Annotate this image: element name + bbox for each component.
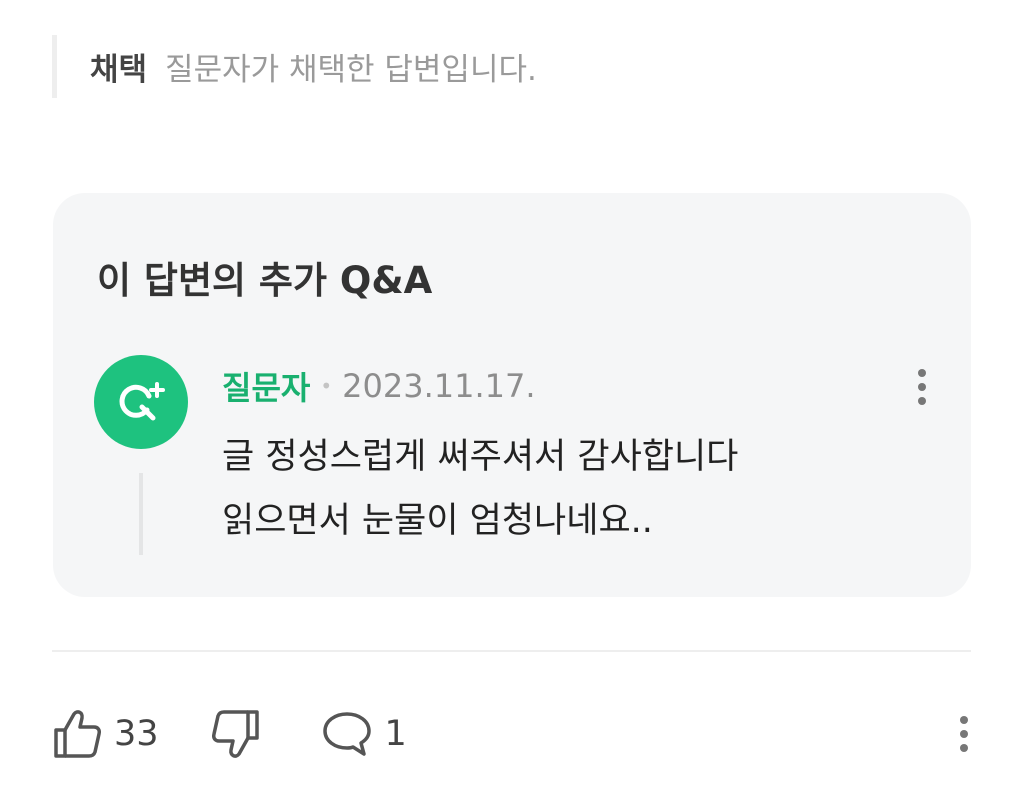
like-count: 33 [114,714,159,754]
thumbs-down-icon [211,710,259,758]
dislike-button[interactable] [211,708,261,760]
qa-title: 이 답변의 추가 Q&A [97,259,433,302]
comment-line: 글 정성스럽게 써주셔서 감사합니다 [222,437,739,477]
accepted-notice: 채택 질문자가 채택한 답변입니다. [52,35,537,98]
accepted-description: 질문자가 채택한 답변입니다. [165,52,537,88]
comment-button[interactable]: 1 [321,708,407,760]
speech-bubble-icon [322,712,371,756]
answer-more-icon[interactable] [944,709,984,759]
comment-date: 2023.11.17. [342,367,536,405]
questioner-avatar[interactable] [94,355,188,449]
thumbs-up-icon [54,710,101,758]
reaction-bar: 33 1 [52,704,407,764]
comment-author[interactable]: 질문자 [222,363,310,409]
divider [52,650,971,652]
comment-count: 1 [384,714,407,754]
additional-qa-card: 이 답변의 추가 Q&A 질문자 • 2023.11.17. 글 정성스럽게 써… [53,193,971,597]
comment-line: 읽으면서 눈물이 엄청나네요.. [222,501,653,541]
comment-body: 글 정성스럽게 써주셔서 감사합니다 읽으면서 눈물이 엄청나네요.. [222,425,738,553]
question-plus-icon [119,382,165,421]
thread-line [139,473,143,555]
like-button[interactable]: 33 [52,708,159,760]
comment-more-icon[interactable] [902,362,942,412]
accepted-tag: 채택 [90,52,148,88]
meta-separator: • [320,374,333,398]
comment-meta: 질문자 • 2023.11.17. [222,363,536,409]
answer-footer: 채택 질문자가 채택한 답변입니다. 이 답변의 추가 Q&A 질문자 • 20… [0,0,1024,802]
